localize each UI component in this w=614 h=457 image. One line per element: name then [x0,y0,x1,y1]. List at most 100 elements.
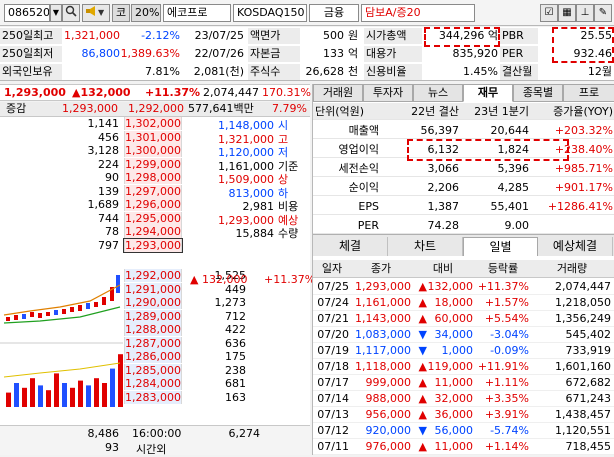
ask-price[interactable]: 1,298,000 [124,171,182,184]
daily-row: 07/20 1,083,000 ▼ 34,000 -3.04% 545,402 [313,327,614,343]
check-box-icon[interactable]: ☑ [540,4,558,22]
daily-volume: 1,438,457 [555,408,611,421]
top-tabs: 거래원 투자자 뉴스 재무 종목별 프로 [313,84,614,102]
volume-bar [86,385,91,407]
volume-bar [70,387,75,407]
fin-header-quarter: 23년 1분기 [474,105,529,118]
svg-text:▼: ▼ [98,8,105,17]
daily-change: 60,000 [434,312,474,325]
tab-bottom-3[interactable]: 예상체결 [538,237,613,256]
fin-year-value: 3,066 [427,162,460,175]
price-info-value: 1,321,000 [218,132,274,146]
daily-date: 07/18 [317,360,349,373]
ask-price[interactable]: 1,299,000 [124,157,182,171]
daily-close: 1,117,000 [355,344,411,357]
ask-price[interactable]: 1,293,000 [123,237,183,253]
price-info-value: 1,509,000 [218,173,274,186]
unit-thousand: 천 [348,65,359,78]
expected-change: ▲ 132,000 [190,273,248,286]
daily-row: 07/11 976,000 ▲ 11,000 +1.14% 718,455 [313,439,614,455]
fin-year-value: 1,387 [427,200,460,213]
bid-price[interactable]: 1,284,000 [124,377,182,390]
fin-quarter-value: 5,396 [497,162,530,175]
label-per[interactable]: PER [500,46,538,62]
label-credit-ratio: 신용비율 [364,64,422,80]
sector-tag: 금융 [309,4,359,22]
search-icon[interactable] [62,4,80,22]
daily-volume: 672,682 [565,376,612,389]
fin-growth-value: +203.32% [554,124,613,137]
dropdown-arrow-icon[interactable]: ▼ [50,4,62,22]
pct-52w-low: 1,389.63% [120,47,180,60]
price-info-value: 1,293,000 [218,213,274,227]
tab-4[interactable]: 종목별 [513,84,563,102]
bid-price[interactable]: 1,291,000 [124,282,182,296]
daily-row: 07/12 920,000 ▼ 56,000 -5.74% 1,120,551 [313,423,614,439]
fin-quarter-value: 9.00 [504,219,530,232]
tab-bottom-2[interactable]: 일별 [463,237,538,256]
daily-close: 956,000 [365,408,412,421]
financial-row: EPS 1,387 55,401 +1286.41% [313,198,614,215]
tab-2[interactable]: 뉴스 [413,84,463,102]
tab-1[interactable]: 투자자 [363,84,413,102]
bid-price[interactable]: 1,283,000 [124,390,182,404]
pin-icon[interactable]: ⊥ [576,4,594,22]
tab-bottom-0[interactable]: 체결 [313,237,388,256]
tab-5[interactable]: 프로 [563,84,614,102]
ask-price[interactable]: 1,296,000 [124,198,182,211]
ask-volume: 1,689 [87,198,120,211]
bid-price[interactable]: 1,290,000 [124,296,182,309]
fin-header-label: 단위(억원) [315,105,365,118]
ask-price[interactable]: 1,301,000 [124,130,182,144]
bid-volume: 681 [225,377,246,390]
price-info-row: 1,148,000 시 [186,119,310,132]
daily-rate: +3.35% [484,392,529,405]
candle [54,310,58,315]
stock-code-input[interactable]: 086520 [4,4,50,22]
highlight-pbr-per [552,27,614,63]
tab-0[interactable]: 거래원 [313,84,363,102]
label-pbr[interactable]: PBR [500,28,538,44]
fin-quarter-value: 20,644 [490,124,530,137]
ask-price[interactable]: 1,300,000 [124,144,182,157]
volume-bar [94,378,99,407]
candle [94,302,98,307]
ask-price[interactable]: 1,295,000 [124,211,182,225]
ask-volume: 139 [98,184,119,198]
daily-close: 1,083,000 [355,328,411,341]
speaker-icon[interactable]: ▼ [82,4,110,22]
tab-3[interactable]: 재무 [463,84,513,102]
bid-price[interactable]: 1,286,000 [124,350,182,363]
value-foreign-pct: 7.81% [145,65,180,78]
volume-bar [14,383,19,407]
financial-header-row: 단위(억원) 22년 결산 23년 1분기 증가율(YOY) [313,103,614,120]
daily-date: 07/17 [317,376,349,389]
ask-price[interactable]: 1,297,000 [124,184,182,198]
bid-volume: 238 [225,363,246,377]
value-52w-low: 86,800 [81,47,121,60]
volume-bar [102,383,107,407]
settings-icon[interactable]: ✎ [594,4,612,22]
financial-row: 세전손익 3,066 5,396 +985.71% [313,160,614,177]
bid-price[interactable]: 1,285,000 [124,363,182,377]
price-info-value: 813,000 [228,186,275,200]
stock-info-grid: 250일최고 1,321,000 -2.12% 23/07/25 액면가 500… [0,27,614,81]
bid-price[interactable]: 1,289,000 [124,309,182,323]
bid-price[interactable]: 1,288,000 [124,323,182,336]
volume-rate: 170.31% [262,86,311,99]
ask-price[interactable]: 1,302,000 [124,117,182,130]
daily-volume: 1,356,249 [555,312,611,325]
price-info-row: 1,161,000 기준 [186,160,310,173]
ask-price[interactable]: 1,294,000 [124,225,182,238]
fin-year-value: 2,206 [427,181,460,194]
candle [38,313,42,318]
bid-price[interactable]: 1,292,000 [124,269,182,282]
tab-bottom-1[interactable]: 차트 [388,237,463,256]
daily-row: 07/17 999,000 ▲ 11,000 +1.11% 672,682 [313,375,614,391]
grid-icon[interactable]: ▦ [558,4,576,22]
volume-bar [46,390,51,407]
volume-bar [22,387,27,407]
bid-price[interactable]: 1,287,000 [124,336,182,350]
daily-close: 1,143,000 [355,312,411,325]
daily-row: 07/13 956,000 ▲ 36,000 +3.91% 1,438,457 [313,407,614,423]
